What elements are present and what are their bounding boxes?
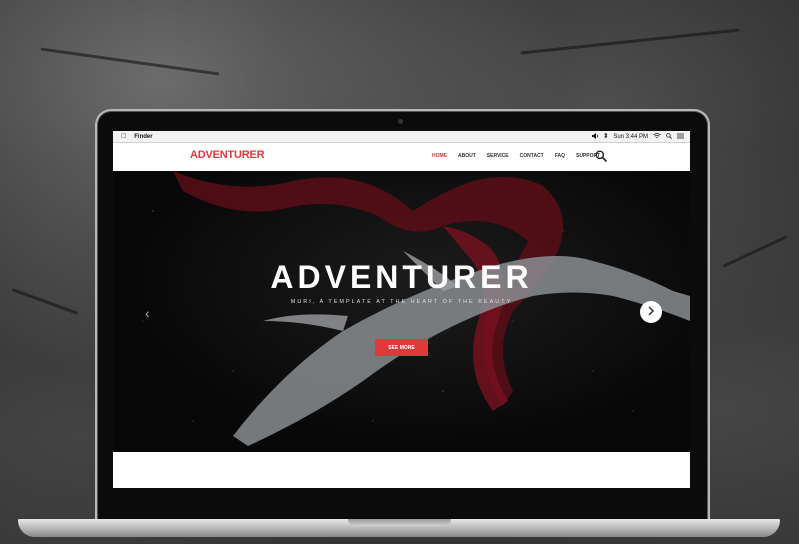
chevron-left-icon[interactable]: ‹ xyxy=(145,305,150,321)
content-area xyxy=(113,453,690,488)
finder-menu[interactable]: Finder xyxy=(134,134,152,140)
search-icon[interactable] xyxy=(666,132,672,141)
wall-crack xyxy=(11,288,79,315)
wall-crack xyxy=(722,235,788,268)
apple-icon[interactable]:  xyxy=(121,133,126,140)
main-nav: HOME ABOUT SERVICE CONTACT FAQ SUPPORT xyxy=(432,153,600,159)
nav-home[interactable]: HOME xyxy=(432,153,447,159)
wifi-icon[interactable] xyxy=(653,132,661,141)
hero-slider: ADVENTURER MURI, A TEMPLATE AT THE HEART… xyxy=(113,171,690,452)
see-more-button[interactable]: SEE MORE xyxy=(375,339,428,356)
hero-subtitle: MURI, A TEMPLATE AT THE HEART OF THE BEA… xyxy=(290,299,513,305)
volume-icon[interactable] xyxy=(592,132,599,141)
hero-image xyxy=(142,171,690,446)
chevron-right-icon xyxy=(647,303,655,321)
hero-title: ADVENTURER xyxy=(270,259,533,295)
nav-contact[interactable]: CONTACT xyxy=(520,153,544,159)
wall-crack xyxy=(520,28,740,55)
nav-about[interactable]: ABOUT xyxy=(458,153,476,159)
next-slide-button[interactable] xyxy=(640,301,662,323)
laptop-notch xyxy=(348,519,451,526)
camera xyxy=(398,119,403,124)
bluetooth-icon[interactable] xyxy=(604,132,608,141)
nav-service[interactable]: SERVICE xyxy=(487,153,509,159)
site-logo[interactable]: ADVENTURER xyxy=(190,149,265,161)
site-header: ADVENTURER HOME ABOUT SERVICE CONTACT FA… xyxy=(113,143,690,170)
wall-crack xyxy=(40,47,220,76)
nav-faq[interactable]: FAQ xyxy=(555,153,565,159)
menubar-status: Sun 3:44 PM xyxy=(592,132,684,141)
site-search-icon[interactable] xyxy=(595,149,607,162)
list-icon[interactable] xyxy=(677,133,684,141)
laptop-screen:  Finder Sun 3:44 PM ADVENTURER HOME xyxy=(113,131,690,488)
mac-menubar:  Finder Sun 3:44 PM xyxy=(113,131,690,143)
clock[interactable]: Sun 3:44 PM xyxy=(613,134,648,140)
